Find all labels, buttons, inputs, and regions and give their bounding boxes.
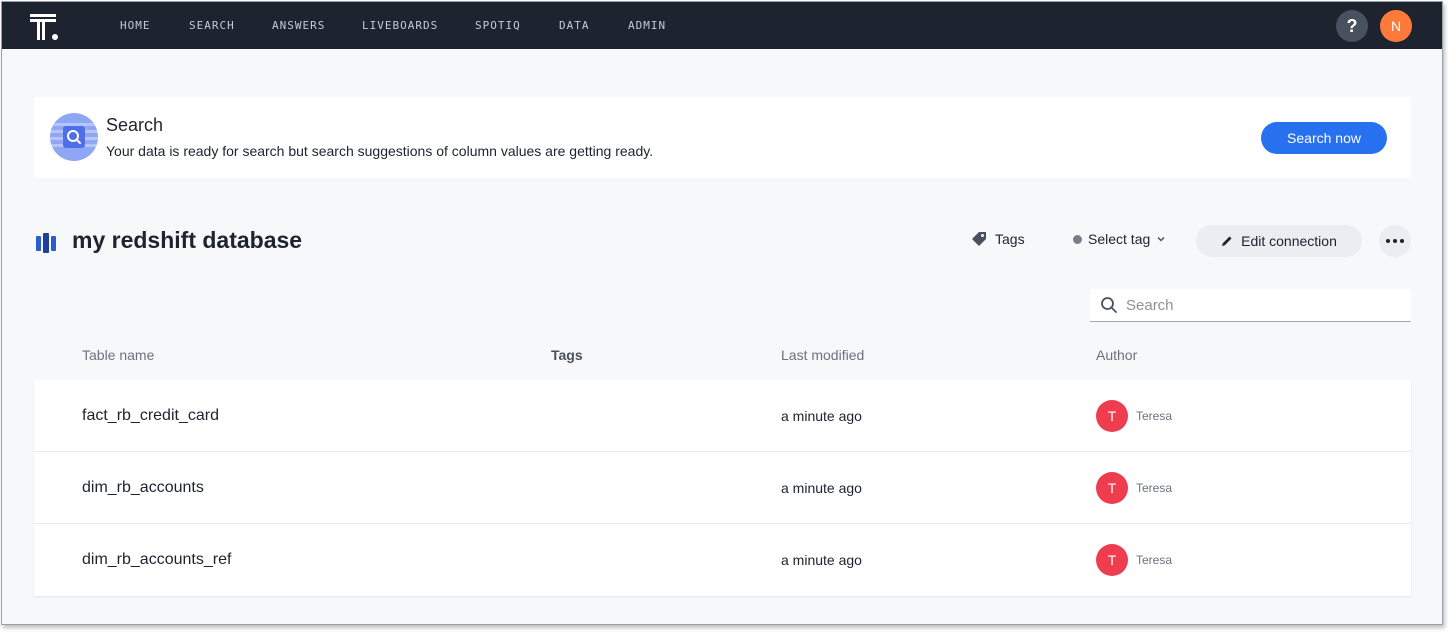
nav-admin[interactable]: ADMIN: [628, 19, 666, 32]
author-cell: T Teresa: [1096, 400, 1172, 432]
search-ready-banner: Search Your data is ready for search but…: [34, 97, 1411, 178]
author-avatar: T: [1096, 400, 1128, 432]
top-nav: HOME SEARCH ANSWERS LIVEBOARDS SPOTIQ DA…: [2, 2, 1442, 49]
nav-home[interactable]: HOME: [120, 19, 151, 32]
column-header-last-modified[interactable]: Last modified: [781, 347, 864, 363]
search-feature-icon: [50, 113, 98, 161]
table-row[interactable]: dim_rb_accounts_ref a minute ago T Teres…: [34, 524, 1411, 596]
banner-title: Search: [106, 115, 164, 135]
search-now-button[interactable]: Search now: [1261, 122, 1387, 154]
last-modified: a minute ago: [781, 480, 862, 496]
tags-label: Tags: [995, 231, 1025, 247]
search-icon: [1101, 297, 1117, 313]
column-header-author[interactable]: Author: [1096, 347, 1137, 363]
column-header-tags[interactable]: Tags: [551, 347, 583, 363]
select-tag-label: Select tag: [1088, 231, 1151, 247]
author-name: Teresa: [1136, 409, 1173, 423]
column-header-table-name[interactable]: Table name: [82, 347, 154, 363]
page-title: my redshift database: [72, 227, 303, 253]
author-avatar: T: [1096, 472, 1128, 504]
table-name[interactable]: dim_rb_accounts_ref: [82, 551, 231, 569]
more-icon[interactable]: [1379, 225, 1411, 257]
author-cell: T Teresa: [1096, 472, 1172, 504]
user-avatar[interactable]: N: [1380, 10, 1412, 42]
tag-icon: [972, 232, 986, 246]
last-modified: a minute ago: [781, 552, 862, 568]
select-tag-dropdown[interactable]: Select tag: [1073, 231, 1166, 247]
tag-color-dot: [1073, 234, 1082, 244]
nav-data[interactable]: DATA: [559, 19, 590, 32]
table-name[interactable]: dim_rb_accounts: [82, 479, 204, 497]
search-input[interactable]: [1126, 296, 1396, 314]
database-icon: [36, 233, 56, 253]
table-search-box: [1090, 289, 1411, 322]
table-row[interactable]: fact_rb_credit_card a minute ago T Teres…: [34, 380, 1411, 452]
author-name: Teresa: [1136, 481, 1173, 495]
edit-connection-label: Edit connection: [1241, 233, 1337, 249]
thoughtspot-logo-icon[interactable]: [28, 12, 62, 42]
tables-list: fact_rb_credit_card a minute ago T Teres…: [34, 380, 1411, 596]
author-avatar: T: [1096, 544, 1128, 576]
app-window: HOME SEARCH ANSWERS LIVEBOARDS SPOTIQ DA…: [1, 1, 1443, 625]
nav-answers[interactable]: ANSWERS: [272, 19, 325, 32]
edit-connection-button[interactable]: Edit connection: [1196, 225, 1362, 257]
nav-spotiq[interactable]: SPOTIQ: [475, 19, 521, 32]
author-cell: T Teresa: [1096, 544, 1172, 576]
tags-button[interactable]: Tags: [971, 231, 1025, 247]
table-row[interactable]: dim_rb_accounts a minute ago T Teresa: [34, 452, 1411, 524]
last-modified: a minute ago: [781, 408, 862, 424]
author-name: Teresa: [1136, 553, 1173, 567]
help-icon[interactable]: ?: [1336, 10, 1368, 42]
nav-liveboards[interactable]: LIVEBOARDS: [362, 19, 438, 32]
table-name[interactable]: fact_rb_credit_card: [82, 407, 219, 425]
banner-description: Your data is ready for search but search…: [106, 143, 654, 159]
nav-search[interactable]: SEARCH: [189, 19, 235, 32]
pencil-icon: [1222, 236, 1232, 246]
chevron-down-icon: [1157, 236, 1165, 242]
